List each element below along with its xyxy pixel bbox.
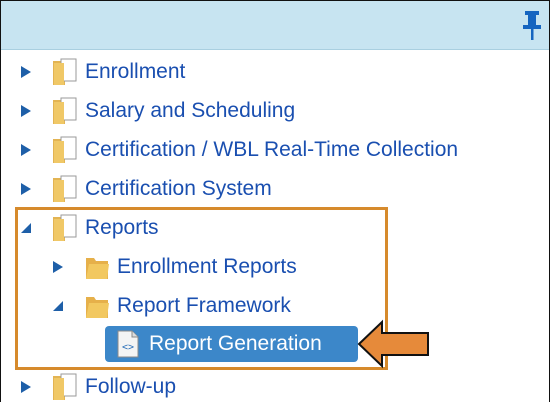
navigation-panel: Enrollment Salary and Scheduling Certifi… [0,0,550,402]
svg-text:<>: <> [122,342,134,353]
tree-item-label: Certification System [85,177,272,200]
folder-icon [53,214,77,241]
tree-item-label: Report Generation [149,332,322,355]
tree-item-label: Salary and Scheduling [85,99,296,122]
folder-icon [86,297,109,318]
expand-arrow-icon[interactable] [17,102,35,120]
tree-item-enrollment[interactable]: Enrollment [17,55,185,89]
folder-icon [86,258,109,279]
panel-header [1,1,549,50]
tree-item-label: Report Framework [117,294,291,317]
tree-item-enrollment-reports[interactable]: Enrollment Reports [49,250,297,284]
tree-item-label: Reports [85,216,159,239]
document-icon: <> [117,330,139,358]
collapse-arrow-icon[interactable] [49,297,67,315]
collapse-arrow-icon[interactable] [17,219,35,237]
folder-icon [53,58,77,85]
expand-arrow-icon[interactable] [17,63,35,81]
tree-item-report-framework[interactable]: Report Framework [49,289,291,323]
tree-item-label: Follow-up [85,375,177,398]
folder-icon [53,373,77,400]
expand-arrow-icon[interactable] [17,141,35,159]
tree-item-certification-wbl[interactable]: Certification / WBL Real-Time Collection [17,133,458,167]
tree-item-label: Certification / WBL Real-Time Collection [85,138,459,161]
tree-item-certification-system[interactable]: Certification System [17,172,272,206]
tree-item-report-generation[interactable]: <> Report Generation [105,326,358,362]
callout-arrow-icon [357,319,429,369]
tree-item-salary-scheduling[interactable]: Salary and Scheduling [17,94,295,128]
tree-item-label: Enrollment Reports [117,255,297,278]
expand-arrow-icon[interactable] [17,378,35,396]
expand-arrow-icon[interactable] [17,180,35,198]
expand-arrow-icon[interactable] [49,258,67,276]
tree-item-reports[interactable]: Reports [17,211,159,245]
folder-icon [53,97,77,124]
folder-icon [53,136,77,163]
folder-icon [53,175,77,202]
tree-item-label: Enrollment [85,60,186,83]
pin-icon[interactable] [521,9,543,41]
tree-item-follow-up[interactable]: Follow-up [17,370,176,402]
